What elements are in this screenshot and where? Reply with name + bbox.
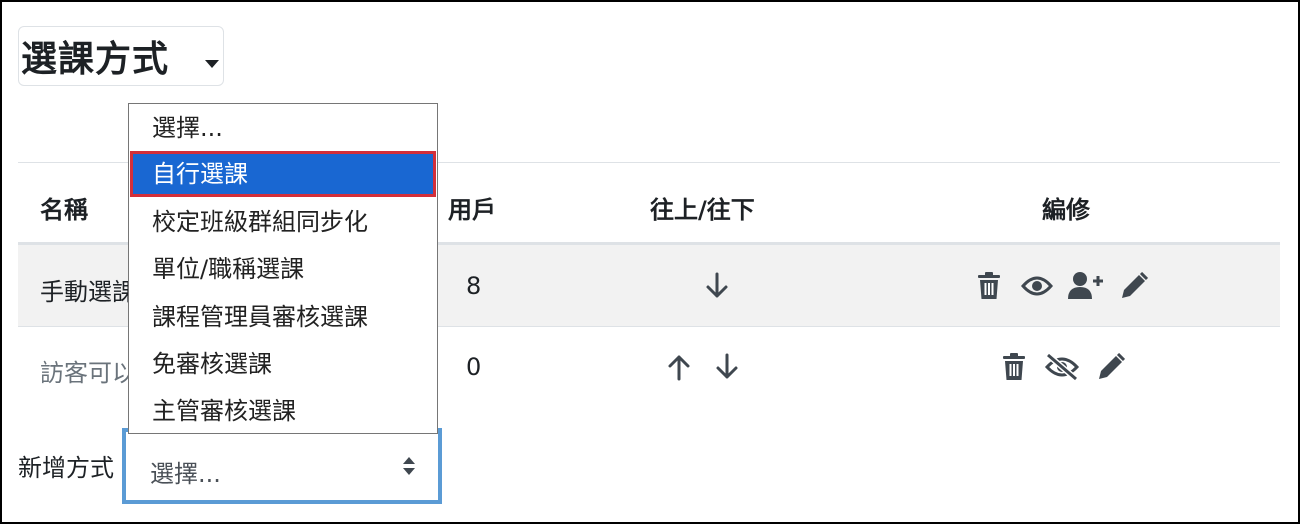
- row-name: 手動選課: [40, 278, 136, 306]
- user-plus-icon[interactable]: [1068, 271, 1104, 299]
- eye-icon[interactable]: [1021, 274, 1053, 298]
- page-title: 選課方式: [21, 39, 170, 80]
- eye-slash-icon[interactable]: [1044, 353, 1080, 381]
- dropdown-option-manager-review[interactable]: 課程管理員審核選課: [130, 294, 436, 340]
- column-header-name: 名稱: [40, 196, 88, 224]
- dropdown-option-self-enrol[interactable]: 自行選課: [130, 151, 436, 197]
- column-header-users: 用戶: [448, 196, 496, 224]
- pencil-icon[interactable]: [1097, 353, 1125, 381]
- column-header-edit: 編修: [1042, 196, 1090, 224]
- add-method-select[interactable]: 選擇...: [122, 428, 442, 504]
- dropdown-option-department-title[interactable]: 單位/職稱選課: [130, 246, 436, 292]
- arrow-down-icon[interactable]: [705, 272, 729, 300]
- add-method-label: 新增方式: [18, 454, 114, 482]
- sort-arrows-icon: [403, 457, 415, 475]
- arrow-up-icon[interactable]: [667, 353, 691, 381]
- page-title-dropdown[interactable]: 選課方式: [18, 26, 224, 86]
- dropdown-option-choose[interactable]: 選擇...: [130, 105, 436, 151]
- dropdown-option-no-review[interactable]: 免審核選課: [130, 341, 436, 387]
- dropdown-option-cohort-sync[interactable]: 校定班級群組同步化: [130, 199, 436, 245]
- row-users: 8: [466, 272, 482, 300]
- trash-icon[interactable]: [1002, 353, 1026, 381]
- column-header-updown: 往上/往下: [650, 196, 755, 224]
- row-users: 0: [466, 353, 482, 381]
- dropdown-option-supervisor-review[interactable]: 主管審核選課: [130, 388, 436, 434]
- row-name: 訪客可以: [40, 359, 136, 387]
- add-method-select-value: 選擇...: [150, 460, 221, 488]
- pencil-icon[interactable]: [1120, 272, 1148, 300]
- add-method-dropdown-list: 選擇... 自行選課 校定班級群組同步化 單位/職稱選課 課程管理員審核選課 免…: [128, 103, 438, 434]
- arrow-down-icon[interactable]: [715, 353, 739, 381]
- caret-down-icon: [205, 60, 219, 68]
- trash-icon[interactable]: [977, 272, 1001, 300]
